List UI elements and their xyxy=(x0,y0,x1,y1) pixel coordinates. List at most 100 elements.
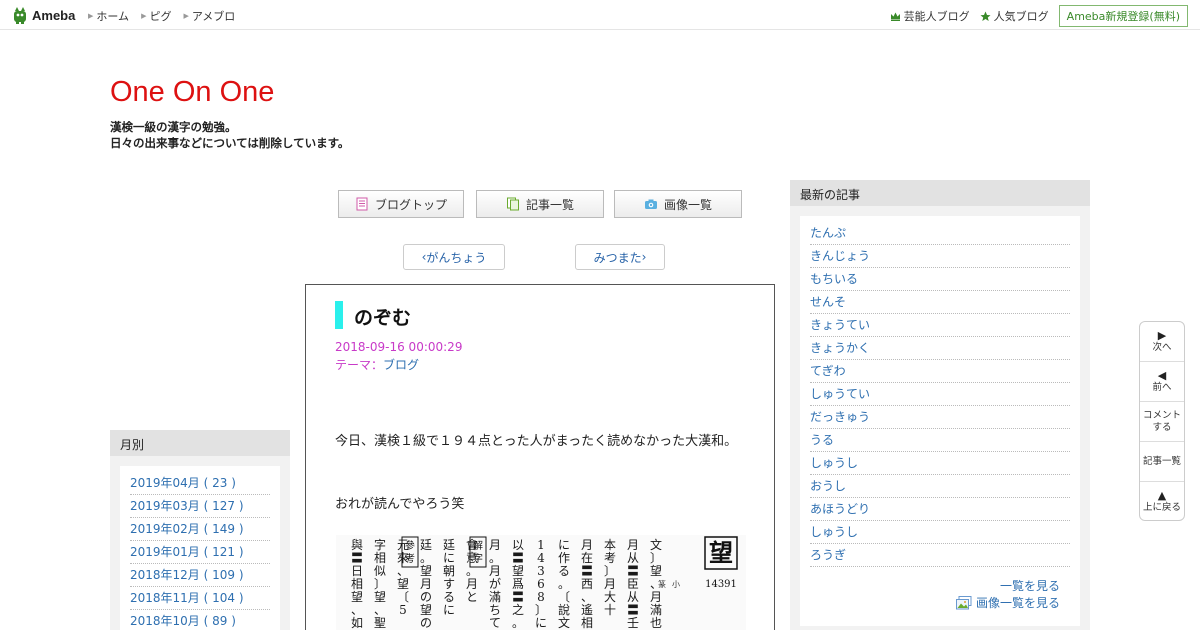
dictionary-column-char: 望 xyxy=(512,564,524,578)
dictionary-column-char: が xyxy=(489,576,501,591)
ameba-mascot-icon xyxy=(14,7,26,24)
dictionary-column-char: 、 xyxy=(351,603,363,617)
dictionary-column-char: 〔 xyxy=(397,590,409,604)
dictionary-headword: 望 xyxy=(709,538,733,567)
blog-title[interactable]: One On One xyxy=(110,76,274,109)
monthly-archive: 月別 2019年04月 ( 23 ) 2019年03月 ( 127 ) 2019… xyxy=(110,430,290,630)
float-top-button[interactable]: ▲ 上に戻る xyxy=(1140,482,1184,522)
dictionary-column-char: 〕 xyxy=(535,603,547,617)
nav-ameblo-label: アメブロ xyxy=(191,10,236,23)
archive-month-link[interactable]: 2018年11月 ( 104 ) xyxy=(130,587,270,610)
nav-home-label: ホーム xyxy=(96,10,130,23)
recent-entry-link[interactable]: たんぷ xyxy=(810,222,1070,245)
dictionary-scan-image[interactable]: 望 14391 小篆文〕望、月滿也月从〓臣从〓壬本考〕月大十月在〓西、遙相に作る。〔… xyxy=(336,535,746,630)
monthly-archive-list: 2019年04月 ( 23 ) 2019年03月 ( 127 ) 2019年02… xyxy=(120,466,280,630)
celebrity-blog-label: 芸能人ブログ xyxy=(903,10,970,23)
dictionary-column-char: 5 xyxy=(399,603,407,617)
dictionary-column-char: 月 xyxy=(650,590,662,604)
archive-month-link[interactable]: 2019年01月 ( 121 ) xyxy=(130,541,270,564)
recent-entry-link[interactable]: だっきゅう xyxy=(810,406,1070,429)
dictionary-column-char: 遙 xyxy=(581,603,593,617)
dictionary-column-char: 朝 xyxy=(443,564,455,578)
article-title[interactable]: のぞむ xyxy=(354,303,411,330)
recent-entry-link[interactable]: きんじょう xyxy=(810,245,1070,268)
recent-entry-link[interactable]: ろうぎ xyxy=(810,544,1070,567)
archive-month-link[interactable]: 2019年02月 ( 149 ) xyxy=(130,518,270,541)
float-next-button[interactable]: ▶ 次へ xyxy=(1140,322,1184,362)
dictionary-column-char: 壬 xyxy=(627,616,639,630)
dictionary-column-char: 8 xyxy=(537,590,545,604)
float-entries-label: 記事一覧 xyxy=(1142,455,1181,467)
recent-entry-link[interactable]: てぎわ xyxy=(810,360,1070,383)
image-list-button[interactable]: 画像一覧 xyxy=(614,190,742,218)
dictionary-column-char: 望 xyxy=(650,564,662,578)
entry-list-button[interactable]: 記事一覧 xyxy=(476,190,604,218)
recent-entry-link[interactable]: きょうてい xyxy=(810,314,1070,337)
dictionary-column-char: 之 xyxy=(512,603,524,617)
dictionary-column-char: 如 xyxy=(351,615,363,630)
dictionary-column-char: 4 xyxy=(537,551,545,565)
dictionary-column-char: に xyxy=(535,616,547,630)
dictionary-column-char: 月 xyxy=(489,538,501,552)
dictionary-box-label: 字 xyxy=(473,552,483,565)
dictionary-column-char: の xyxy=(420,616,432,630)
recent-entry-link[interactable]: あほうどり xyxy=(810,498,1070,521)
document-icon xyxy=(356,197,368,211)
article-theme-link[interactable]: ブログ xyxy=(383,358,419,372)
dictionary-box-label: 參 xyxy=(405,539,415,552)
float-comment-button[interactable]: コメント する xyxy=(1140,402,1184,442)
recent-entry-link[interactable]: しゅうてい xyxy=(810,383,1070,406)
float-prev-button[interactable]: ◀ 前へ xyxy=(1140,362,1184,402)
register-button[interactable]: Ameba新規登録(無料) xyxy=(1058,5,1188,27)
archive-month-link[interactable]: 2019年04月 ( 23 ) xyxy=(130,472,270,495)
float-comment-label-1: コメント xyxy=(1142,409,1181,421)
recent-entry-link[interactable]: しゅうし xyxy=(810,521,1070,544)
dictionary-column-char: 〓 xyxy=(627,564,639,578)
float-entries-button[interactable]: 記事一覧 xyxy=(1140,442,1184,482)
dictionary-column-char: に xyxy=(558,538,570,552)
float-comment-label-2: する xyxy=(1152,421,1172,433)
blog-top-button[interactable]: ブログトップ xyxy=(338,190,464,218)
dictionary-column-char: 〓 xyxy=(351,551,363,565)
archive-month-link[interactable]: 2019年03月 ( 127 ) xyxy=(130,495,270,518)
float-top-label: 上に戻る xyxy=(1142,502,1181,513)
dictionary-column-char: 與 xyxy=(351,538,363,552)
dictionary-number: 14391 xyxy=(705,579,737,590)
dictionary-column-char: 十 xyxy=(604,603,616,617)
recent-entry-link[interactable]: しゅうし xyxy=(810,452,1070,475)
recent-entry-link[interactable]: もちいる xyxy=(810,268,1070,291)
next-entry-link[interactable]: みつまた › xyxy=(575,244,665,270)
see-all-link[interactable]: 一覧を見る xyxy=(1000,577,1060,594)
recent-entry-link[interactable]: おうし xyxy=(810,475,1070,498)
dictionary-column-char: 。 xyxy=(489,551,501,565)
celebrity-blog-link[interactable]: 芸能人ブログ xyxy=(890,8,970,24)
see-images-link[interactable]: 画像一覧を見る xyxy=(955,594,1060,611)
prev-entry-link[interactable]: ‹ がんちょう xyxy=(403,244,505,270)
chevron-right-icon: › xyxy=(641,250,647,264)
recent-entry-link[interactable]: きょうかく xyxy=(810,337,1070,360)
dictionary-column-char: 臣 xyxy=(627,577,639,591)
next-entry-label: みつまた xyxy=(593,250,642,265)
dictionary-column-char: 滿 xyxy=(650,603,662,617)
recent-entry-link[interactable]: せんそ xyxy=(810,291,1070,314)
dictionary-column-char: の xyxy=(420,590,432,604)
recent-entries-heading: 最新の記事 xyxy=(790,180,1090,206)
image-gallery-icon xyxy=(955,595,972,609)
dictionary-column-char: 作 xyxy=(558,551,570,565)
nav-ameblo[interactable]: ▶ アメブロ xyxy=(183,8,235,24)
dictionary-column-char: 、 xyxy=(581,590,593,604)
recent-entry-link[interactable]: うる xyxy=(810,429,1070,452)
dictionary-column-char: 。 xyxy=(512,616,524,630)
crown-icon xyxy=(890,12,900,21)
archive-month-link[interactable]: 2018年12月 ( 109 ) xyxy=(130,564,270,587)
archive-month-link[interactable]: 2018年10月 ( 89 ) xyxy=(130,610,270,630)
dictionary-column-char: 以 xyxy=(512,538,524,552)
dictionary-column-char: 望 xyxy=(397,577,409,591)
nav-pigg[interactable]: ▶ ピグ xyxy=(141,8,171,24)
dictionary-column-char: 1 xyxy=(537,538,545,552)
dictionary-column-char: 月 xyxy=(420,577,432,591)
nav-home[interactable]: ▶ ホーム xyxy=(88,8,129,24)
popular-blog-link[interactable]: 人気ブログ xyxy=(980,8,1049,24)
ameba-logo[interactable]: Ameba xyxy=(12,6,75,24)
see-images-label: 画像一覧を見る xyxy=(975,596,1060,610)
